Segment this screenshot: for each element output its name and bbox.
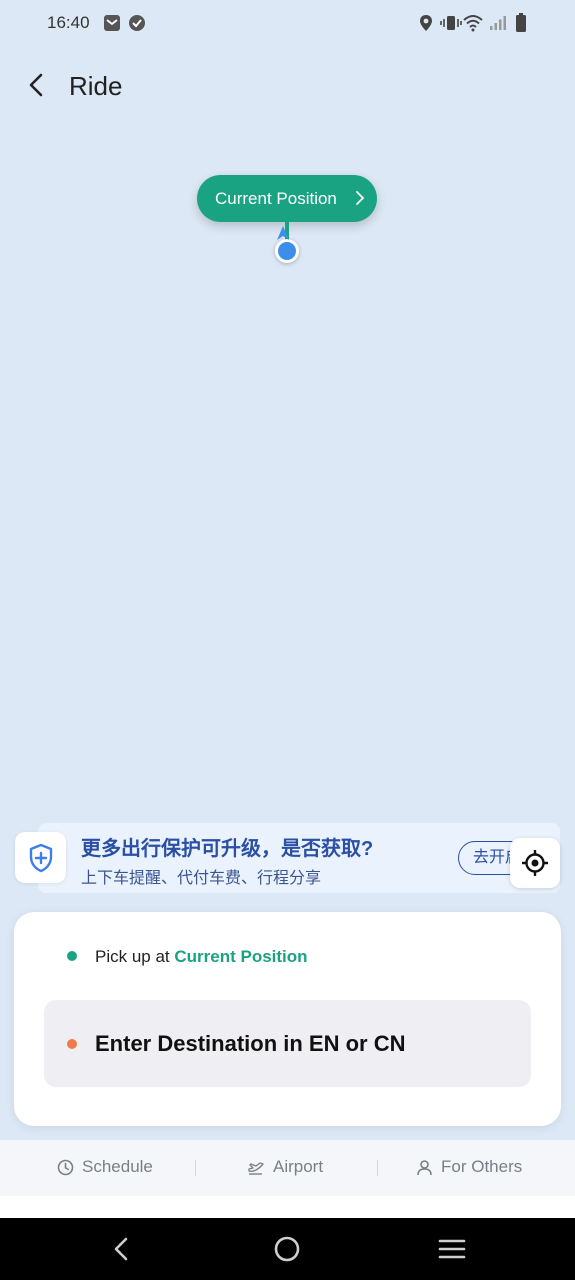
promo-subtitle: 上下车提醒、代付车费、行程分享: [81, 870, 322, 887]
current-location-dot: [275, 239, 299, 263]
airport-label: Airport: [273, 1157, 324, 1176]
vibrate-icon: [440, 16, 462, 30]
bottom-strip: [0, 1196, 575, 1218]
back-arrow-icon: [29, 73, 43, 97]
destination-dot: [67, 1039, 77, 1049]
chevron-right-icon: [356, 191, 365, 205]
person-icon: [417, 1159, 432, 1175]
status-time: 16:40: [47, 13, 90, 32]
heading-arrow-icon: [277, 226, 289, 240]
location-icon: [420, 15, 432, 31]
crosshair-icon: [522, 850, 548, 876]
plane-icon: [248, 1161, 264, 1175]
airport-button[interactable]: Airport: [247, 1157, 323, 1177]
pickup-location: Current Position: [174, 947, 308, 966]
divider: [195, 1160, 196, 1176]
status-bar: 16:40: [0, 0, 575, 48]
current-position-label: Current Position: [215, 188, 337, 208]
locate-me-button[interactable]: [510, 838, 560, 888]
nav-back-icon: [114, 1237, 128, 1261]
divider: [377, 1160, 378, 1176]
current-position-button[interactable]: Current Position: [197, 175, 377, 222]
pickup-row[interactable]: Pick up at Current Position: [95, 947, 308, 967]
schedule-button[interactable]: Schedule: [57, 1157, 153, 1177]
schedule-label: Schedule: [82, 1157, 153, 1176]
check-circle-icon: [129, 15, 145, 31]
nav-menu-button[interactable]: [432, 1232, 472, 1266]
nav-home-button[interactable]: [267, 1232, 307, 1266]
signal-icon: [490, 16, 506, 30]
mail-icon: [104, 15, 120, 31]
wifi-icon: [463, 15, 483, 32]
nav-back-button[interactable]: [101, 1232, 141, 1266]
promo-title: 更多出行保护可升级，是否获取?: [81, 838, 374, 860]
header: Ride: [0, 56, 575, 116]
back-button[interactable]: [22, 70, 52, 100]
pickup-prefix: Pick up at: [95, 947, 175, 966]
page-title: Ride: [69, 71, 123, 101]
pickup-dot: [67, 951, 77, 961]
destination-placeholder: Enter Destination in EN or CN: [95, 1031, 406, 1056]
battery-icon: [516, 13, 526, 32]
for-others-button[interactable]: For Others: [416, 1157, 522, 1177]
for-others-label: For Others: [441, 1157, 523, 1176]
nav-menu-icon: [438, 1239, 466, 1259]
clock-icon: [57, 1159, 74, 1175]
nav-home-icon: [274, 1236, 300, 1262]
shield-plus-icon: [15, 832, 66, 883]
